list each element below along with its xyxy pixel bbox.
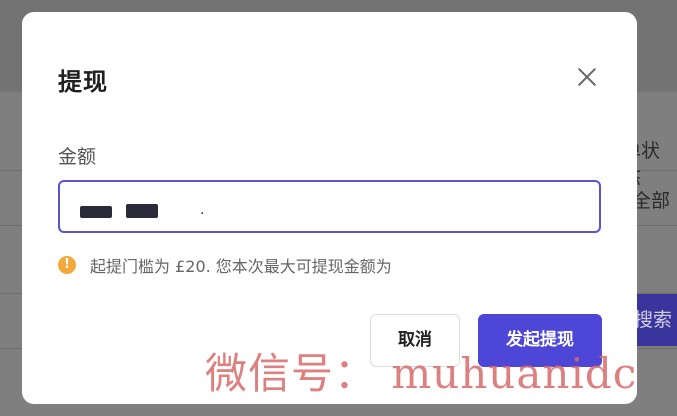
hint-text: 起提门槛为 £20. 您本次最大可提现金额为 [90,257,392,276]
withdraw-hint: ! 起提门槛为 £20. 您本次最大可提现金额为 [58,254,392,276]
redacted-value [126,204,158,218]
amount-input[interactable]: . [58,180,601,233]
background-filter-value[interactable]: 全部 [632,186,670,213]
amount-label: 金额 [58,146,97,168]
close-icon[interactable] [574,64,600,90]
modal-title: 提现 [58,68,108,96]
redacted-value [80,206,112,218]
amount-value-suffix: . [200,202,205,218]
watermark-text: 微信号： muhuanidc [205,349,638,398]
warning-icon: ! [58,256,76,274]
